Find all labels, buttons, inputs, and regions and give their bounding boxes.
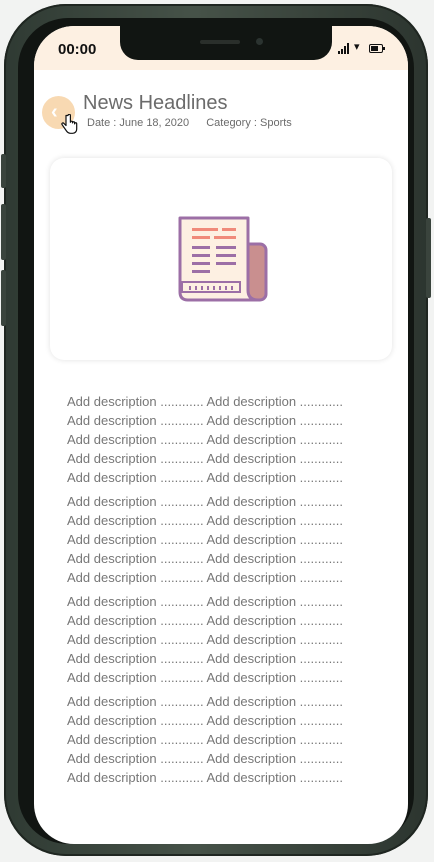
article-description: Add description ............ Add descrip…: [67, 392, 387, 787]
description-line: Add description ............ Add descrip…: [67, 632, 344, 647]
headline-image-card[interactable]: [50, 158, 392, 360]
description-paragraph: Add description ............ Add descrip…: [67, 392, 387, 487]
screen: 00:00 ▾ ‹ News Headlines Date : June 18,…: [34, 26, 408, 844]
article-category: Category : Sports: [206, 117, 292, 129]
description-paragraph: Add description ............ Add descrip…: [67, 492, 387, 587]
status-icons: ▾: [338, 42, 388, 54]
description-line: Add description ............ Add descrip…: [67, 432, 344, 447]
speaker: [200, 40, 240, 44]
description-line: Add description ............ Add descrip…: [67, 770, 344, 785]
description-line: Add description ............ Add descrip…: [67, 532, 344, 547]
page-title: News Headlines: [83, 92, 228, 114]
mute-switch: [1, 154, 6, 188]
description-line: Add description ............ Add descrip…: [67, 413, 344, 428]
description-line: Add description ............ Add descrip…: [67, 470, 344, 485]
description-line: Add description ............ Add descrip…: [67, 594, 344, 609]
description-line: Add description ............ Add descrip…: [67, 713, 344, 728]
newspaper-icon: [178, 216, 268, 302]
description-line: Add description ............ Add descrip…: [67, 670, 344, 685]
description-line: Add description ............ Add descrip…: [67, 751, 344, 766]
power-button: [426, 218, 431, 298]
status-time: 00:00: [58, 41, 97, 58]
chevron-left-icon: ‹: [51, 101, 58, 123]
notch: [120, 26, 332, 60]
wifi-icon: ▾: [354, 41, 360, 53]
description-paragraph: Add description ............ Add descrip…: [67, 592, 387, 687]
battery-icon: [369, 44, 385, 53]
description-line: Add description ............ Add descrip…: [67, 651, 344, 666]
article-date: Date : June 18, 2020: [87, 117, 190, 129]
article-meta: Date : June 18, 2020 Category : Sports: [87, 117, 306, 129]
front-camera: [256, 38, 263, 45]
volume-down-button: [1, 270, 6, 326]
description-line: Add description ............ Add descrip…: [67, 451, 344, 466]
description-line: Add description ............ Add descrip…: [67, 551, 344, 566]
hand-pointer-icon: [61, 114, 78, 134]
description-line: Add description ............ Add descrip…: [67, 694, 344, 709]
description-line: Add description ............ Add descrip…: [67, 494, 344, 509]
description-paragraph: Add description ............ Add descrip…: [67, 692, 387, 787]
volume-up-button: [1, 204, 6, 260]
description-line: Add description ............ Add descrip…: [67, 570, 344, 585]
description-line: Add description ............ Add descrip…: [67, 394, 344, 409]
description-line: Add description ............ Add descrip…: [67, 732, 344, 747]
description-line: Add description ............ Add descrip…: [67, 513, 344, 528]
description-line: Add description ............ Add descrip…: [67, 613, 344, 628]
